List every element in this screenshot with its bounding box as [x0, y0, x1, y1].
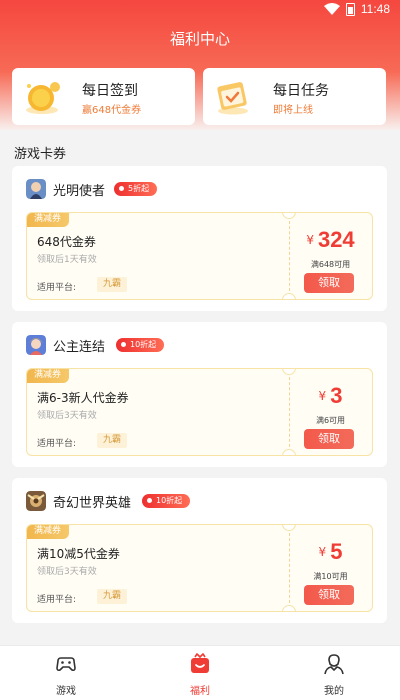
platform-label: 适用平台: — [37, 595, 77, 605]
coupon-title: 满6-3新人代金券 — [37, 391, 129, 405]
coupon-amount: ¥324 — [289, 227, 372, 253]
currency-symbol: ¥ — [318, 389, 327, 403]
coupon-title: 648代金券 — [37, 235, 96, 249]
coupon-tag: 满减券 — [27, 369, 70, 383]
bottom-nav: 游戏 福利 我的 — [0, 645, 400, 700]
coupon-notch — [282, 293, 296, 299]
user-icon — [324, 654, 344, 675]
nav-item-me[interactable]: 我的 — [304, 652, 364, 697]
nav-label: 游戏 — [56, 686, 76, 697]
platform-tag: 九霸 — [97, 589, 128, 604]
top-card-title: 每日签到 — [82, 83, 138, 99]
claim-button[interactable]: 领取 — [304, 429, 354, 449]
status-time: 11:48 — [360, 2, 390, 16]
game-avatar[interactable] — [26, 335, 46, 355]
coupon-notch — [282, 449, 296, 455]
nav-label: 我的 — [324, 686, 344, 697]
calendar-icon — [217, 82, 248, 115]
nav-item-benefits[interactable]: 福利 — [170, 652, 230, 697]
claim-button[interactable]: 领取 — [304, 273, 354, 293]
coupon-validity: 领取后3天有效 — [37, 411, 97, 421]
game-name: 公主连结 — [53, 340, 106, 355]
coupon-condition: 满648可用 — [310, 260, 351, 269]
game-avatar[interactable] — [26, 179, 46, 199]
discount-badge: 10折起 — [116, 338, 165, 352]
amount-value: 5 — [330, 539, 343, 564]
discount-badge: 10折起 — [142, 494, 191, 508]
coupon-notch — [282, 213, 296, 219]
coupon-condition: 满6可用 — [315, 416, 346, 425]
gift-icon — [191, 653, 209, 673]
coupon-notch — [282, 605, 296, 611]
coupon-tag: 满减券 — [27, 525, 70, 539]
coupon: 满减券 648代金券 领取后1天有效 适用平台: 九霸 ¥324 满648可用 … — [26, 212, 373, 300]
game-name: 光明使者 — [53, 184, 106, 199]
daily-checkin-card[interactable]: 每日签到 赢648代金券 — [12, 68, 195, 125]
game-card: 奇幻世界英雄 10折起 满减券 满10减5代金券 领取后3天有效 适用平台: 九… — [12, 478, 387, 623]
coupon-validity: 领取后3天有效 — [37, 567, 97, 577]
claim-button[interactable]: 领取 — [304, 585, 354, 605]
platform-tag: 九霸 — [97, 433, 128, 448]
gamepad-icon — [56, 657, 76, 672]
nav-item-games[interactable]: 游戏 — [36, 652, 96, 697]
coupon-amount: ¥5 — [289, 539, 372, 565]
coupon-notch — [282, 369, 296, 375]
coupon-amount: ¥3 — [289, 383, 372, 409]
coupon: 满减券 满10减5代金券 领取后3天有效 适用平台: 九霸 ¥5 满10可用 领… — [26, 524, 373, 612]
nav-label: 福利 — [190, 686, 210, 697]
top-card-subtitle: 赢648代金券 — [82, 105, 142, 116]
wifi-icon — [323, 3, 340, 15]
section-title: 游戏卡券 — [14, 147, 67, 162]
page-title: 福利中心 — [169, 30, 230, 48]
discount-badge: 5折起 — [114, 182, 158, 196]
top-card-subtitle: 即将上线 — [273, 105, 313, 116]
coupon-title: 满10减5代金券 — [37, 547, 120, 561]
coupon-tag: 满减券 — [27, 213, 70, 227]
platform-label: 适用平台: — [37, 283, 77, 293]
platform-tag: 九霸 — [97, 277, 128, 292]
amount-value: 3 — [330, 383, 343, 408]
amount-value: 324 — [317, 227, 355, 252]
daily-task-card[interactable]: 每日任务 即将上线 — [203, 68, 386, 125]
currency-symbol: ¥ — [318, 545, 327, 559]
platform-label: 适用平台: — [37, 439, 77, 449]
coin-icon — [26, 82, 60, 114]
game-card: 公主连结 10折起 满减券 满6-3新人代金券 领取后3天有效 适用平台: 九霸… — [12, 322, 387, 467]
coupon-notch — [282, 525, 296, 531]
coupon-condition: 满10可用 — [313, 572, 348, 581]
game-name: 奇幻世界英雄 — [53, 496, 132, 511]
top-card-title: 每日任务 — [273, 83, 329, 99]
currency-symbol: ¥ — [306, 233, 314, 247]
coupon-validity: 领取后1天有效 — [37, 255, 97, 265]
coupon: 满减券 满6-3新人代金券 领取后3天有效 适用平台: 九霸 ¥3 满6可用 领… — [26, 368, 373, 456]
battery-icon — [345, 2, 355, 16]
game-card: 光明使者 5折起 满减券 648代金券 领取后1天有效 适用平台: 九霸 ¥32… — [12, 166, 387, 311]
game-avatar[interactable] — [26, 491, 46, 511]
status-bar: 11:48 — [0, 0, 400, 20]
